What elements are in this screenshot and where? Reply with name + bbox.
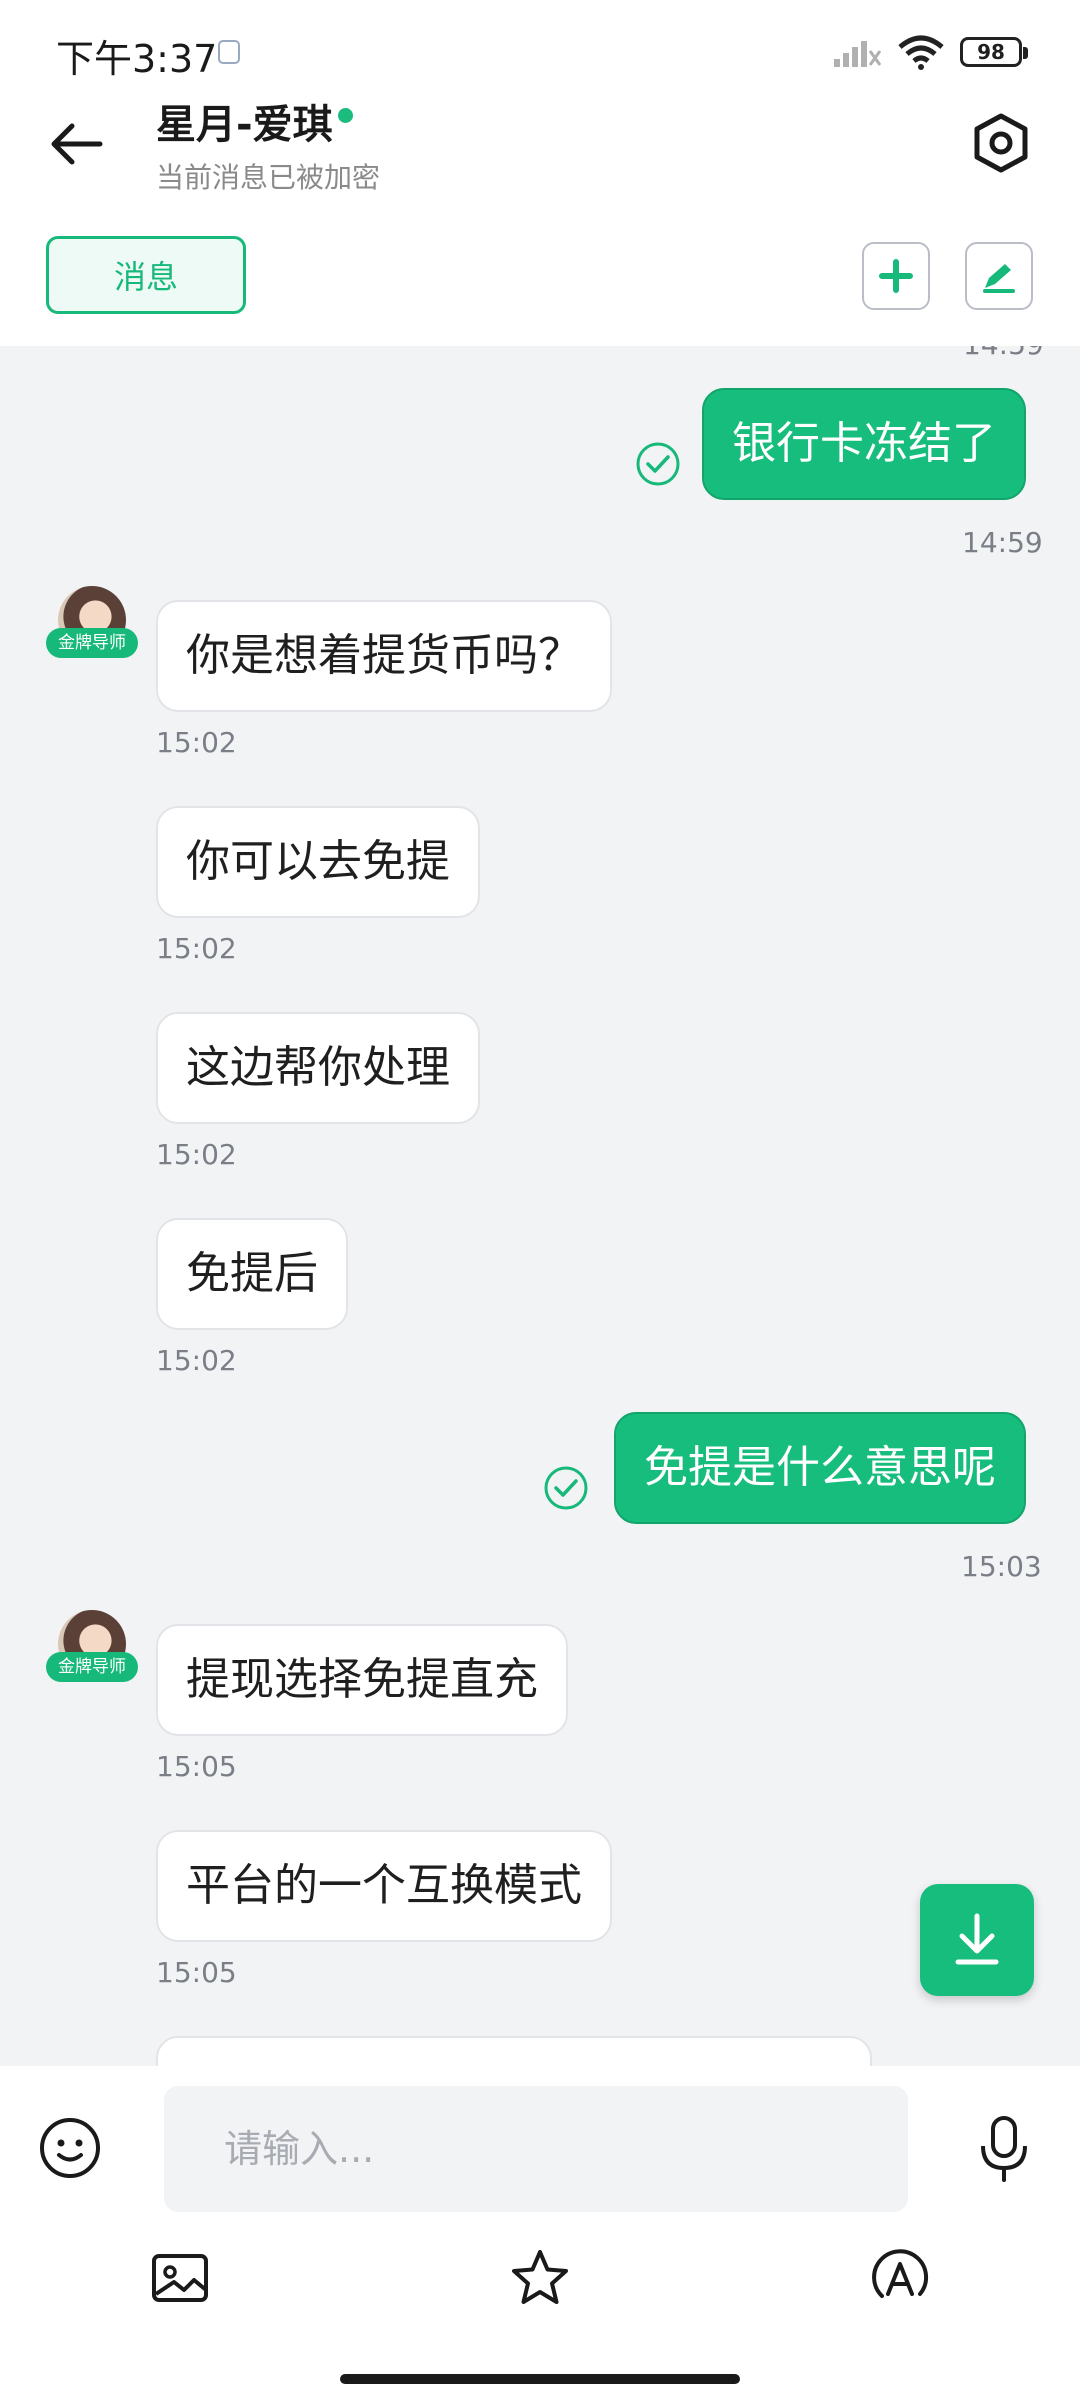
message-bubble-outgoing[interactable]: 银行卡冻结了 — [702, 388, 1026, 500]
settings-hexagon-icon — [974, 113, 1028, 173]
home-indicator[interactable] — [340, 2374, 740, 2384]
message-bubble-incoming[interactable]: 你可以去免提 — [156, 806, 480, 918]
sent-check-icon — [544, 1466, 588, 1510]
emoji-icon[interactable] — [38, 2116, 102, 2180]
message-bubble-incoming-partial[interactable] — [156, 2036, 872, 2066]
message-bubble-incoming[interactable]: 提现选择免提直充 — [156, 1624, 568, 1736]
scroll-to-bottom-button[interactable] — [920, 1884, 1034, 1996]
message-bubble-incoming[interactable]: 平台的一个互换模式 — [156, 1830, 612, 1942]
contact-avatar[interactable]: 金牌导师 — [46, 1610, 138, 1690]
plus-icon — [879, 259, 913, 293]
online-status-dot — [338, 108, 353, 123]
message-timestamp: 15:05 — [156, 1750, 237, 1783]
contact-avatar[interactable]: 金牌导师 — [46, 586, 138, 666]
message-timestamp: 14:59 — [962, 526, 1043, 559]
tab-messages[interactable]: 消息 — [46, 236, 246, 314]
message-bubble-incoming[interactable]: 免提后 — [156, 1218, 348, 1330]
microphone-icon[interactable] — [976, 2114, 1032, 2184]
sent-check-icon — [636, 442, 680, 486]
status-time: 下午3:37 — [56, 37, 218, 81]
image-icon[interactable] — [148, 2246, 212, 2310]
notification-app-icon — [218, 40, 240, 64]
wifi-icon — [898, 35, 944, 70]
avatar-badge: 金牌导师 — [46, 1652, 138, 1682]
message-list[interactable]: 14:59 银行卡冻结了 14:59 金牌导师 你是想着提货币吗？ 15:02 … — [0, 346, 1080, 2066]
status-indicators: 98 — [832, 32, 1028, 72]
message-timestamp: 15:03 — [961, 1550, 1042, 1583]
header-bar: 下午3:37 98 星月-爱琪 当前消息已被加密 消息 — [0, 0, 1080, 346]
battery-indicator: 98 — [960, 37, 1028, 67]
message-timestamp: 15:02 — [156, 726, 237, 759]
settings-button[interactable] — [966, 108, 1036, 178]
download-arrow-icon — [955, 1913, 999, 1965]
message-bubble-incoming[interactable]: 你是想着提货币吗？ — [156, 600, 612, 712]
encryption-notice: 当前消息已被加密 — [156, 161, 381, 194]
message-timestamp: 15:05 — [156, 1956, 237, 1989]
message-input[interactable] — [164, 2086, 908, 2212]
back-button[interactable] — [44, 112, 108, 176]
message-bubble-outgoing[interactable]: 免提是什么意思呢 — [614, 1412, 1026, 1524]
contact-name: 星月-爱琪 — [156, 102, 333, 148]
message-timestamp: 15:02 — [156, 932, 237, 965]
message-timestamp: 14:59 — [963, 346, 1044, 361]
pencil-icon — [983, 264, 1015, 293]
message-bubble-incoming[interactable]: 这边帮你处理 — [156, 1012, 480, 1124]
avatar-badge: 金牌导师 — [46, 628, 138, 658]
cellular-signal-icon — [834, 41, 882, 67]
translate-a-icon[interactable] — [868, 2246, 932, 2310]
message-timestamp: 15:02 — [156, 1138, 237, 1171]
star-icon[interactable] — [508, 2246, 572, 2310]
arrow-left-icon — [51, 123, 103, 165]
add-button[interactable] — [862, 242, 930, 310]
composer — [0, 2066, 1080, 2400]
message-timestamp: 15:02 — [156, 1344, 237, 1377]
edit-button[interactable] — [965, 242, 1033, 310]
